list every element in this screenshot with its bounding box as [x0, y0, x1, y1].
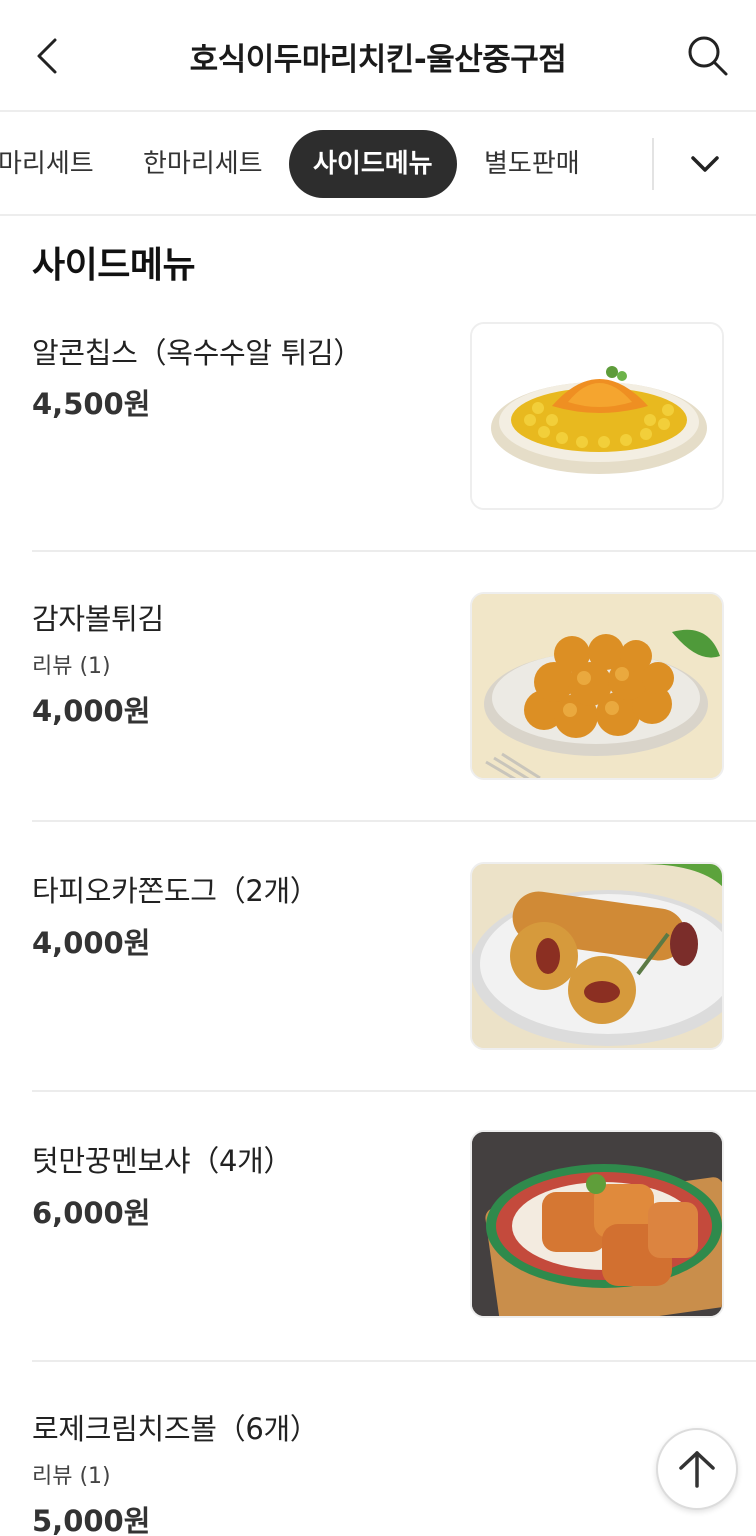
app-header: 호식이두마리치킨-울산중구점: [0, 0, 756, 112]
menu-item-price: 4,000원: [32, 694, 151, 728]
tab-one-chicken-set[interactable]: 한마리세트: [143, 130, 263, 198]
chevron-left-icon: [37, 38, 57, 74]
menu-item[interactable]: 감자볼튀김 리뷰 (1) 4,000원: [32, 552, 756, 822]
menbosha-food-image: [470, 1130, 724, 1318]
scroll-to-top-button[interactable]: [656, 1428, 738, 1510]
category-tabs: 마리세트 한마리세트 사이드메뉴 별도판매: [0, 112, 756, 216]
search-button[interactable]: [682, 30, 734, 82]
menu-item[interactable]: 알콘칩스（옥수수알 튀김） 4,500원: [32, 300, 756, 552]
menu-item-price: 5,000원: [32, 1504, 151, 1536]
menu-item-name: 텃만꿍멘보샤（4개）: [32, 1144, 293, 1178]
tabs-divider: [652, 138, 654, 190]
menu-item-price: 4,500원: [32, 387, 151, 421]
menu-item-review-count[interactable]: 리뷰 (1): [32, 1458, 111, 1490]
menu-item[interactable]: 타피오카쫀도그（2개） 4,000원: [32, 822, 756, 1092]
tab-two-chicken-set[interactable]: 마리세트: [0, 130, 94, 198]
menu-item-name: 타피오카쫀도그（2개）: [32, 874, 319, 908]
section-title: 사이드메뉴: [32, 245, 196, 286]
page-title: 호식이두마리치킨-울산중구점: [189, 42, 567, 78]
search-icon: [688, 36, 728, 76]
tabs-expand-button[interactable]: [672, 138, 738, 190]
arrow-up-icon: [679, 1451, 715, 1488]
tapioca-corndog-food-image: [470, 862, 724, 1050]
menu-item-review-count[interactable]: 리뷰 (1): [32, 648, 111, 680]
chevron-down-icon: [691, 156, 719, 172]
tab-separate-sale[interactable]: 별도판매: [484, 130, 580, 198]
corn-chips-food-image: [470, 322, 724, 510]
menu-item[interactable]: 텃만꿍멘보샤（4개） 6,000원: [32, 1092, 756, 1362]
menu-item[interactable]: 로제크림치즈볼（6개） 리뷰 (1) 5,000원: [32, 1362, 756, 1536]
menu-item-name: 감자볼튀김: [32, 602, 164, 636]
menu-item-name: 알콘칩스（옥수수알 튀김）: [32, 336, 363, 370]
menu-item-price: 6,000원: [32, 1196, 151, 1230]
menu-item-name: 로제크림치즈볼（6개）: [32, 1412, 319, 1446]
potato-balls-food-image: [470, 592, 724, 780]
tab-side-menu[interactable]: 사이드메뉴: [289, 130, 457, 198]
back-button[interactable]: [22, 30, 74, 82]
tabs-fade-overlay: [600, 112, 652, 214]
menu-item-price: 4,000원: [32, 926, 151, 960]
